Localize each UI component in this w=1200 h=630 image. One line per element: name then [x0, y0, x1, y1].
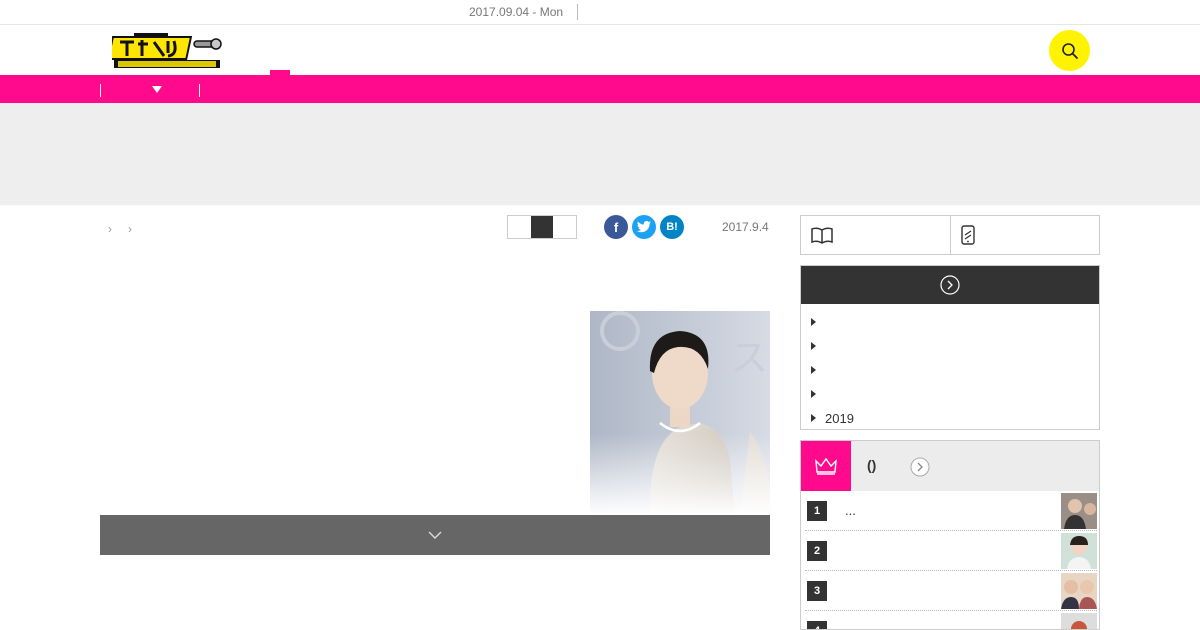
- list-item[interactable]: [811, 334, 1099, 358]
- crown-icon: [801, 441, 851, 491]
- font-size-medium[interactable]: [530, 216, 554, 238]
- rank-number: 2: [807, 541, 827, 561]
- ranking-title: (): [867, 457, 877, 473]
- arrow-right-circle-icon: [910, 457, 930, 477]
- sidebar-topics-panel: 2019: [800, 265, 1100, 430]
- search-button[interactable]: [1049, 30, 1090, 71]
- ad-banner-area: [0, 103, 1200, 205]
- twitter-share-button[interactable]: [632, 215, 656, 239]
- logo-graphic: [107, 33, 222, 68]
- main-nav: [0, 75, 1200, 103]
- bullet-triangle-icon: [811, 318, 816, 326]
- nav-divider: [199, 84, 200, 97]
- rank-thumbnail: [1061, 613, 1097, 629]
- digital-edition-link[interactable]: [801, 216, 950, 254]
- panel-header[interactable]: [801, 266, 1099, 304]
- facebook-icon: f: [613, 219, 619, 235]
- nav-dropdown-caret-icon[interactable]: [152, 86, 162, 93]
- bullet-triangle-icon: [811, 366, 816, 374]
- hatena-bookmark-button[interactable]: B!: [660, 215, 684, 239]
- rank-number: 4: [807, 621, 827, 629]
- site-header: [0, 25, 1200, 75]
- ranking-row[interactable]: 3: [805, 571, 1097, 611]
- site-logo[interactable]: [107, 32, 222, 69]
- list-item[interactable]: 2019: [811, 406, 1099, 430]
- photo-image: ス: [590, 311, 770, 515]
- rank-thumbnail: [1061, 573, 1097, 609]
- bullet-triangle-icon: [811, 342, 816, 350]
- search-icon: [1061, 42, 1078, 59]
- ranking-header: (): [801, 441, 1099, 491]
- arrow-right-circle-icon: [940, 275, 960, 295]
- read-more-bar[interactable]: [100, 515, 770, 555]
- mobile-app-link[interactable]: [949, 216, 1100, 254]
- list-item[interactable]: [811, 358, 1099, 382]
- rank-number: 3: [807, 581, 827, 601]
- ranking-row[interactable]: 1 ...: [805, 491, 1097, 531]
- ranking-panel: () 1 ... 2 3 4: [800, 440, 1100, 630]
- font-size-large[interactable]: [553, 216, 576, 238]
- ranking-more-button[interactable]: [910, 457, 930, 482]
- ranking-row[interactable]: 2: [805, 531, 1097, 571]
- topics-list: 2019: [801, 304, 1099, 430]
- rank-title: ...: [845, 503, 856, 518]
- ranking-row[interactable]: 4: [805, 611, 1097, 629]
- book-icon: [811, 227, 833, 244]
- rank-thumbnail: [1061, 533, 1097, 569]
- rank-number: 1: [807, 501, 827, 521]
- date-separator: [577, 4, 578, 20]
- list-item[interactable]: [811, 382, 1099, 406]
- breadcrumb-chevron-icon[interactable]: ›: [128, 222, 132, 236]
- nav-divider: [100, 84, 101, 97]
- hatena-icon: B!: [666, 221, 678, 233]
- sidebar-quick-links: [800, 215, 1100, 255]
- breadcrumb-chevron-icon[interactable]: ›: [108, 222, 112, 236]
- bullet-triangle-icon: [811, 390, 816, 398]
- list-item[interactable]: [811, 310, 1099, 334]
- current-date: 2017.09.04 - Mon: [469, 5, 564, 19]
- article-photo[interactable]: ス: [590, 311, 770, 515]
- font-size-toggle: [507, 215, 577, 239]
- facebook-share-button[interactable]: f: [604, 215, 628, 239]
- smartphone-icon: [960, 225, 975, 245]
- rank-thumbnail: [1061, 493, 1097, 529]
- bullet-triangle-icon: [811, 414, 816, 422]
- twitter-icon: [637, 221, 651, 233]
- font-size-small[interactable]: [508, 216, 531, 238]
- article-date: 2017.9.4: [722, 220, 769, 234]
- chevron-down-icon: [428, 531, 442, 539]
- date-bar: 2017.09.04 - Mon: [0, 0, 1200, 25]
